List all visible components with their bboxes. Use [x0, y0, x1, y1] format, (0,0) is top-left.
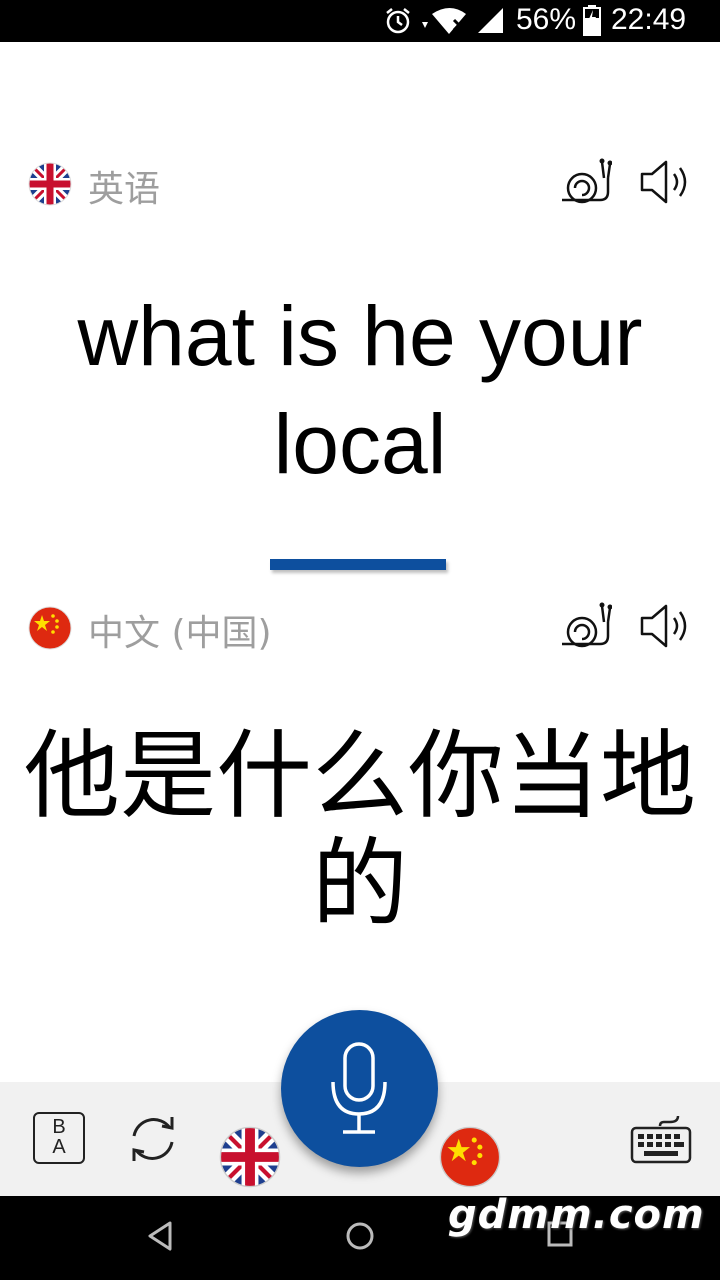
source-text[interactable]: what is he your local	[20, 282, 700, 498]
divider	[270, 559, 446, 570]
swap-icon[interactable]	[124, 1110, 182, 1168]
speaker-icon[interactable]	[638, 602, 692, 650]
china-flag-icon[interactable]	[28, 606, 72, 650]
source-language-header: 英语	[0, 154, 720, 214]
ab-toggle-button[interactable]: B A	[33, 1112, 85, 1164]
uk-flag-icon[interactable]	[219, 1126, 281, 1188]
alarm-icon	[386, 8, 410, 34]
watermark: gdmm.com	[448, 1192, 705, 1238]
wifi-icon	[422, 8, 466, 34]
back-icon[interactable]	[146, 1220, 174, 1252]
clock: 22:49	[611, 3, 687, 36]
target-language-header: 中文 (中国)	[0, 598, 720, 658]
keyboard-icon[interactable]	[630, 1112, 692, 1164]
ab-top-label: B	[52, 1116, 66, 1138]
uk-flag-icon[interactable]	[28, 162, 72, 206]
speaker-icon[interactable]	[638, 158, 692, 206]
microphone-icon	[331, 1042, 387, 1134]
status-bar: 56% 22:49	[0, 0, 720, 42]
microphone-button[interactable]	[281, 1010, 438, 1167]
signal-icon	[478, 8, 503, 33]
slow-speech-icon[interactable]	[558, 156, 612, 206]
battery-icon	[583, 5, 601, 36]
source-language-label[interactable]: 英语	[88, 160, 160, 212]
battery-percent: 56%	[516, 3, 577, 36]
slow-speech-icon[interactable]	[558, 600, 612, 650]
ab-bottom-label: A	[52, 1136, 66, 1158]
target-text[interactable]: 他是什么你当地的	[20, 722, 700, 938]
china-flag-icon[interactable]	[439, 1126, 501, 1188]
home-icon[interactable]	[344, 1220, 376, 1252]
target-language-label[interactable]: 中文 (中国)	[88, 604, 272, 656]
